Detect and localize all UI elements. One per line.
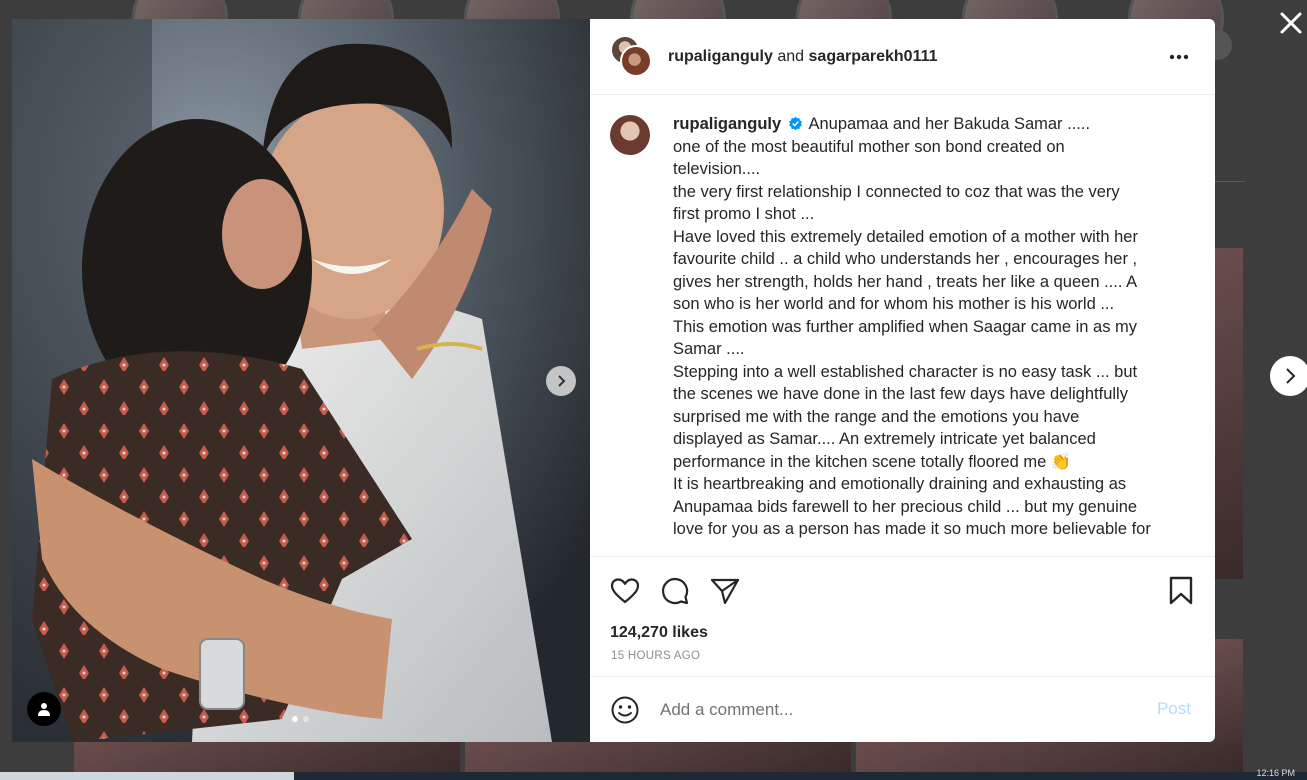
post-actions	[590, 556, 1215, 624]
caption-line: love for you as a person has made it so …	[673, 520, 1151, 538]
author-username-link[interactable]: rupaliganguly	[668, 48, 773, 65]
post-timestamp[interactable]: 15 HOURS AGO	[590, 646, 1215, 676]
close-icon	[1280, 12, 1302, 34]
caption-line: the very first relationship I connected …	[673, 182, 1120, 201]
verified-badge-icon	[788, 116, 802, 131]
caption-line: gives her strength, holds her hand , tre…	[673, 272, 1138, 291]
share-button[interactable]	[710, 576, 740, 606]
grid-post-thumbnail[interactable]	[1215, 248, 1243, 579]
caption-text: rupaliganguly Anupamaa and her Bakuda Sa…	[673, 113, 1183, 556]
tagged-users-button[interactable]	[27, 692, 61, 726]
caption-line: surprised me with the range and the emot…	[673, 407, 1080, 426]
comment-input[interactable]	[660, 699, 1130, 720]
heart-icon	[610, 577, 640, 603]
avatar[interactable]	[610, 115, 650, 155]
caption-line: first promo I shot ...	[673, 205, 815, 223]
caption-line: displayed as Samar.... An extremely intr…	[673, 430, 1096, 448]
bookmark-icon	[1169, 576, 1193, 605]
like-count[interactable]: 124,270 likes	[590, 624, 1215, 646]
caption-line: Stepping into a well established charact…	[673, 362, 1138, 381]
os-taskbar: 12:16 PM	[0, 768, 1307, 780]
carousel-dot	[303, 716, 309, 722]
chevron-right-icon	[1286, 368, 1296, 384]
carousel-indicator	[292, 716, 309, 722]
post-authors: rupaliganguly and sagarparekh0111	[668, 48, 938, 66]
save-button[interactable]	[1167, 576, 1195, 606]
paper-plane-icon	[710, 578, 740, 604]
smiley-icon[interactable]	[610, 695, 640, 725]
user-tag-icon	[38, 703, 50, 716]
divider	[1215, 181, 1245, 182]
close-button[interactable]	[1276, 8, 1306, 38]
coauthor-username-link[interactable]: sagarparekh0111	[809, 48, 938, 65]
caption-line: Samar ....	[673, 340, 745, 358]
comment-button[interactable]	[660, 576, 690, 606]
photo-illustration	[12, 19, 590, 742]
caption-line: It is heartbreaking and emotionally drai…	[673, 475, 1127, 493]
avatar	[620, 44, 652, 77]
caption-line: performance in the kitchen scene totally…	[673, 452, 1047, 471]
caption-line: This emotion was further amplified when …	[673, 317, 1138, 336]
caption-line: favourite child .. a child who understan…	[673, 250, 1138, 268]
grid-post-thumbnail[interactable]	[74, 742, 460, 772]
caption-username-link[interactable]: rupaliganguly	[673, 115, 781, 133]
caption-line: Anupamaa and her Bakuda Samar .....	[808, 115, 1091, 133]
caption-line: one of the most beautiful mother son bon…	[673, 137, 1065, 156]
grid-post-thumbnail[interactable]	[465, 742, 851, 772]
clapping-emoji: 👏	[1050, 452, 1072, 471]
carousel-dot	[292, 716, 298, 722]
chevron-right-icon	[558, 375, 566, 387]
like-button[interactable]	[610, 576, 640, 606]
post-modal: rupaliganguly and sagarparekh0111 rupali…	[12, 19, 1215, 742]
comment-icon	[661, 577, 689, 604]
caption-line: television....	[673, 160, 761, 178]
clock: 12:16 PM	[1256, 768, 1295, 778]
caption-line: the scenes we have done in the last few …	[673, 385, 1128, 403]
more-horizontal-icon	[1169, 54, 1189, 60]
author-joiner: and	[777, 47, 805, 65]
carousel-next-button[interactable]	[546, 366, 576, 396]
comment-bar: Post	[590, 676, 1215, 742]
caption-line: Anupamaa bids farewell to her precious c…	[673, 497, 1138, 516]
more-options-button[interactable]	[1167, 45, 1191, 69]
caption-line: son who is her world and for whom his mo…	[673, 295, 1115, 313]
post-header: rupaliganguly and sagarparekh0111	[590, 19, 1215, 95]
grid-post-thumbnail[interactable]	[856, 742, 1242, 772]
post-details-panel: rupaliganguly and sagarparekh0111 rupali…	[590, 19, 1215, 742]
post-photo[interactable]	[12, 19, 590, 742]
caption-line: Have loved this extremely detailed emoti…	[673, 227, 1138, 246]
caption-section[interactable]: rupaliganguly Anupamaa and her Bakuda Sa…	[590, 95, 1215, 556]
next-post-button[interactable]	[1270, 356, 1307, 396]
post-comment-button[interactable]: Post	[1157, 699, 1191, 719]
collab-avatar[interactable]	[610, 34, 654, 79]
